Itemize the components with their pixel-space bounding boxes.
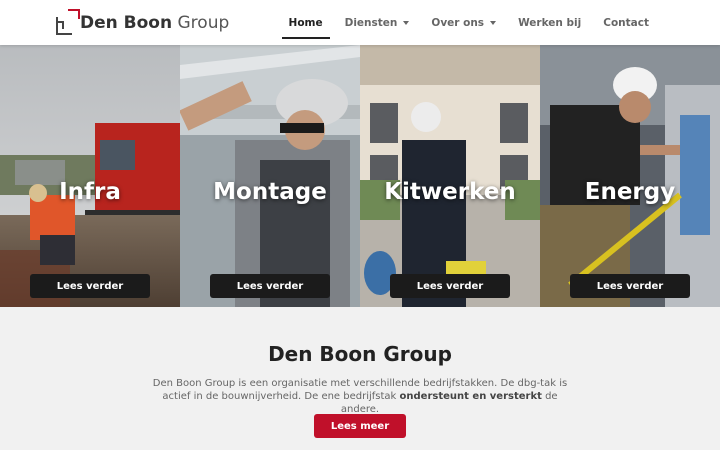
logo-text: Den Boon Group bbox=[80, 13, 229, 33]
nav-item-werken-bij[interactable]: Werken bij bbox=[507, 0, 592, 45]
nav-item-contact[interactable]: Contact bbox=[592, 0, 660, 45]
tile-infra[interactable]: Infra Lees verder bbox=[0, 45, 180, 307]
tile-kitwerken-image bbox=[360, 45, 540, 307]
site-header: Den Boon Group Home Diensten Over ons We… bbox=[0, 0, 720, 45]
intro-text: Den Boon Group is een organisatie met ve… bbox=[150, 377, 570, 416]
nav-item-label: Contact bbox=[603, 16, 649, 29]
nav-item-label: Werken bij bbox=[518, 16, 582, 29]
tile-montage-image bbox=[180, 45, 360, 307]
read-more-button[interactable]: Lees verder bbox=[390, 274, 510, 298]
tile-montage[interactable]: Montage Lees verder bbox=[180, 45, 360, 307]
tile-energy-image bbox=[540, 45, 720, 307]
nav-item-diensten[interactable]: Diensten bbox=[334, 0, 421, 45]
nav-item-label: Diensten bbox=[344, 16, 398, 29]
tile-title: Montage bbox=[213, 179, 327, 205]
tile-energy[interactable]: Energy Lees verder bbox=[540, 45, 720, 307]
tile-title: Infra bbox=[59, 179, 121, 205]
nav-item-home[interactable]: Home bbox=[278, 0, 334, 45]
intro-heading: Den Boon Group bbox=[268, 342, 452, 366]
intro-text-bold: ondersteunt en versterkt bbox=[399, 391, 542, 402]
read-more-button[interactable]: Lees verder bbox=[30, 274, 150, 298]
tile-kitwerken[interactable]: Kitwerken Lees verder bbox=[360, 45, 540, 307]
logo-text-bold: Den Boon bbox=[80, 13, 173, 33]
read-more-button[interactable]: Lees verder bbox=[210, 274, 330, 298]
nav-item-label: Home bbox=[288, 16, 323, 29]
service-tiles: Infra Lees verder Montage Lees verder Ki… bbox=[0, 45, 720, 307]
tile-title: Kitwerken bbox=[384, 179, 516, 205]
company-logo[interactable]: Den Boon Group bbox=[56, 7, 229, 39]
read-more-button[interactable]: Lees verder bbox=[570, 274, 690, 298]
nav-item-label: Over ons bbox=[431, 16, 485, 29]
logo-text-light: Group bbox=[177, 13, 230, 33]
intro-section: Den Boon Group Den Boon Group is een org… bbox=[0, 307, 720, 450]
tile-infra-image bbox=[0, 45, 180, 307]
chevron-down-icon bbox=[490, 20, 497, 25]
chevron-down-icon bbox=[403, 20, 410, 25]
tile-title: Energy bbox=[584, 179, 676, 205]
read-more-cta-button[interactable]: Lees meer bbox=[314, 414, 406, 438]
nav-item-over-ons[interactable]: Over ons bbox=[420, 0, 507, 45]
logo-mark-icon bbox=[56, 9, 80, 37]
main-nav: Home Diensten Over ons Werken bij Contac… bbox=[278, 0, 660, 45]
